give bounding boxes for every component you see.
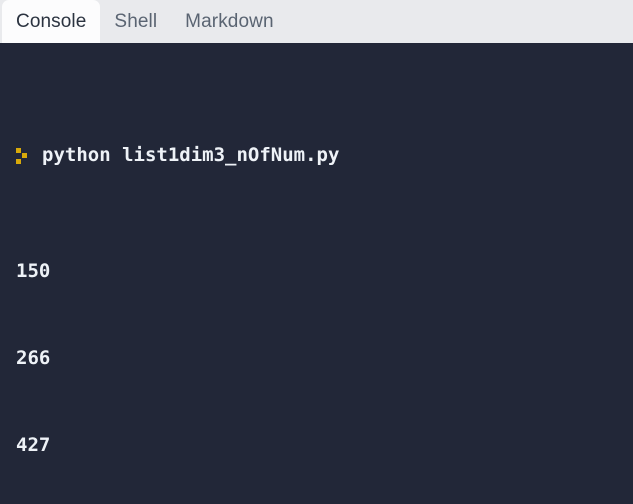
console-output-line: 150 [0,257,633,286]
tab-markdown[interactable]: Markdown [171,0,287,43]
console-command-text: python list1dim3_nOfNum.py [42,144,340,166]
tab-console[interactable]: Console [2,0,101,43]
tab-console-label: Console [16,10,87,32]
console-output-line: 266 [0,344,633,373]
console-output-text: 150 [16,260,51,282]
console-output-text: 427 [16,434,51,456]
console-output-text: 266 [16,347,51,369]
tab-bar: Console Shell Markdown [0,0,633,43]
repl-window: Console Shell Markdown python list1dim3_… [0,0,633,504]
console-command-line: python list1dim3_nOfNum.py [0,141,633,170]
tab-markdown-label: Markdown [185,10,274,32]
tab-shell[interactable]: Shell [100,0,171,43]
console-output-area[interactable]: python list1dim3_nOfNum.py 150 266 427 1… [0,43,633,504]
chevron-right-icon [16,147,28,164]
tab-shell-label: Shell [114,10,158,32]
console-output-line: 427 [0,431,633,460]
